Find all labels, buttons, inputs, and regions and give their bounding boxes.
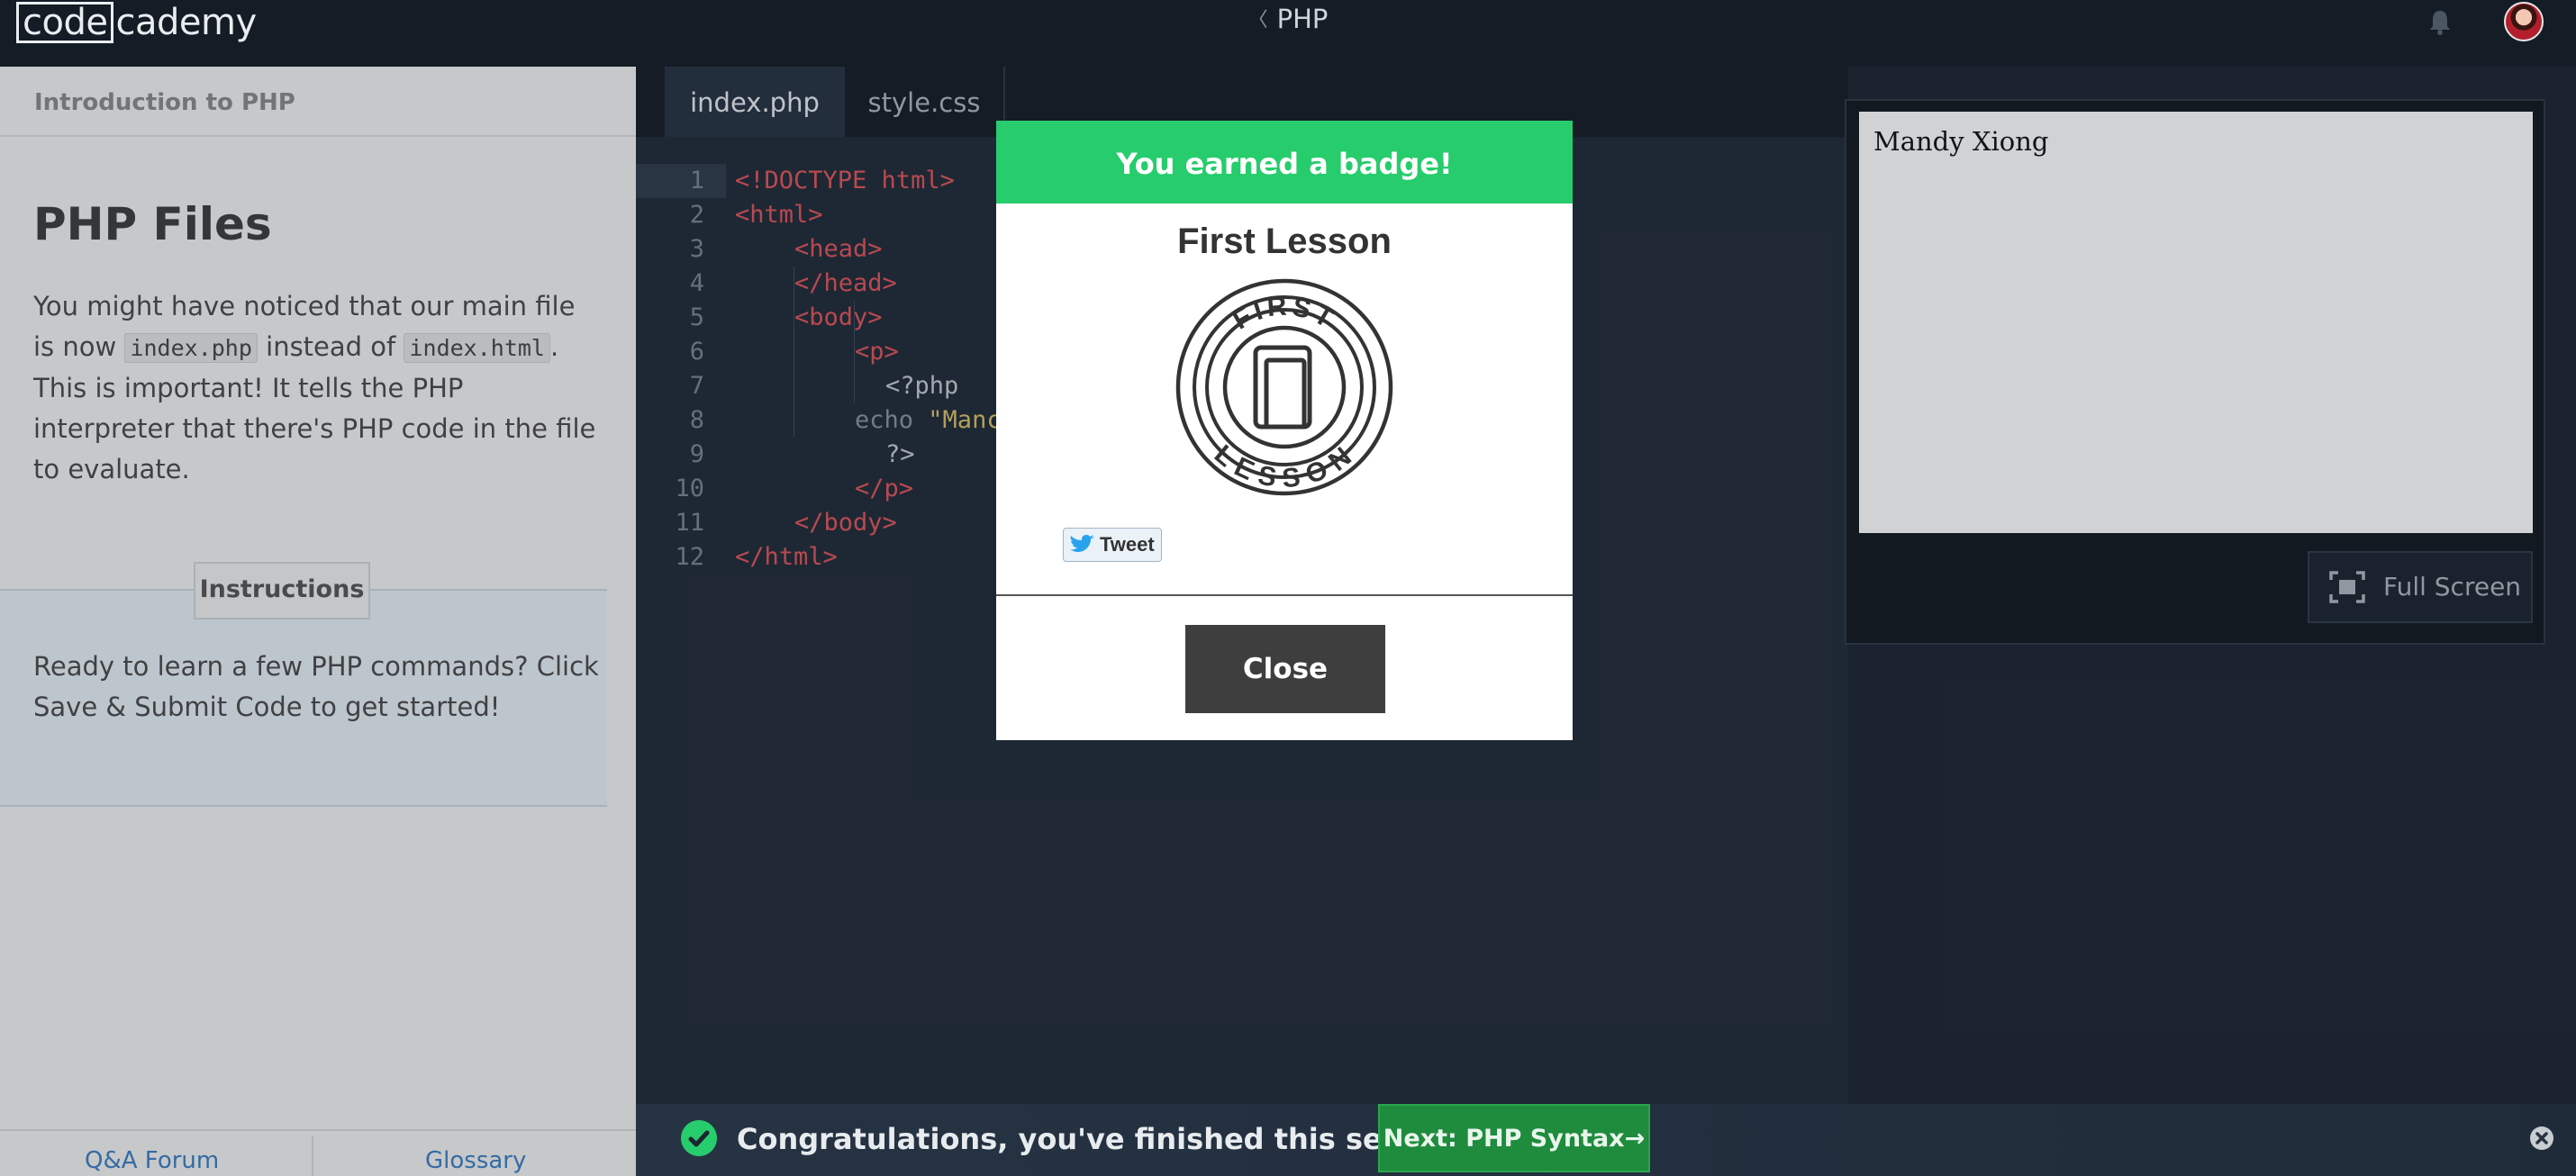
tweet-button[interactable]: Tweet [1063,528,1162,562]
next-lesson-button[interactable]: Next: PHP Syntax→ [1378,1104,1650,1172]
modal-header: You earned a badge! [996,121,1573,204]
badge-book-icon: FIRST LESSON [1175,278,1393,496]
modal-divider [996,594,1573,596]
close-circle-icon[interactable] [2529,1126,2554,1151]
chevron-left-icon: 〈 [1247,9,1268,32]
course-title-label: PHP [1276,4,1329,34]
avatar[interactable] [2504,2,2544,41]
check-icon [681,1120,717,1156]
badge-title: First Lesson [1177,222,1392,261]
twitter-bird-icon [1070,535,1095,552]
close-button[interactable]: Close [1185,625,1385,713]
top-nav: code cademy 〈 PHP [0,0,2576,67]
course-title[interactable]: 〈 PHP [0,4,2576,34]
bell-icon[interactable] [2425,7,2455,38]
tweet-label: Tweet [1100,533,1155,556]
section-complete-banner: Congratulations, you've finished this se… [636,1104,2576,1176]
congrats-message: Congratulations, you've finished this se… [737,1122,1477,1156]
badge-modal: You earned a badge! First Lesson FIRST L… [996,121,1573,740]
